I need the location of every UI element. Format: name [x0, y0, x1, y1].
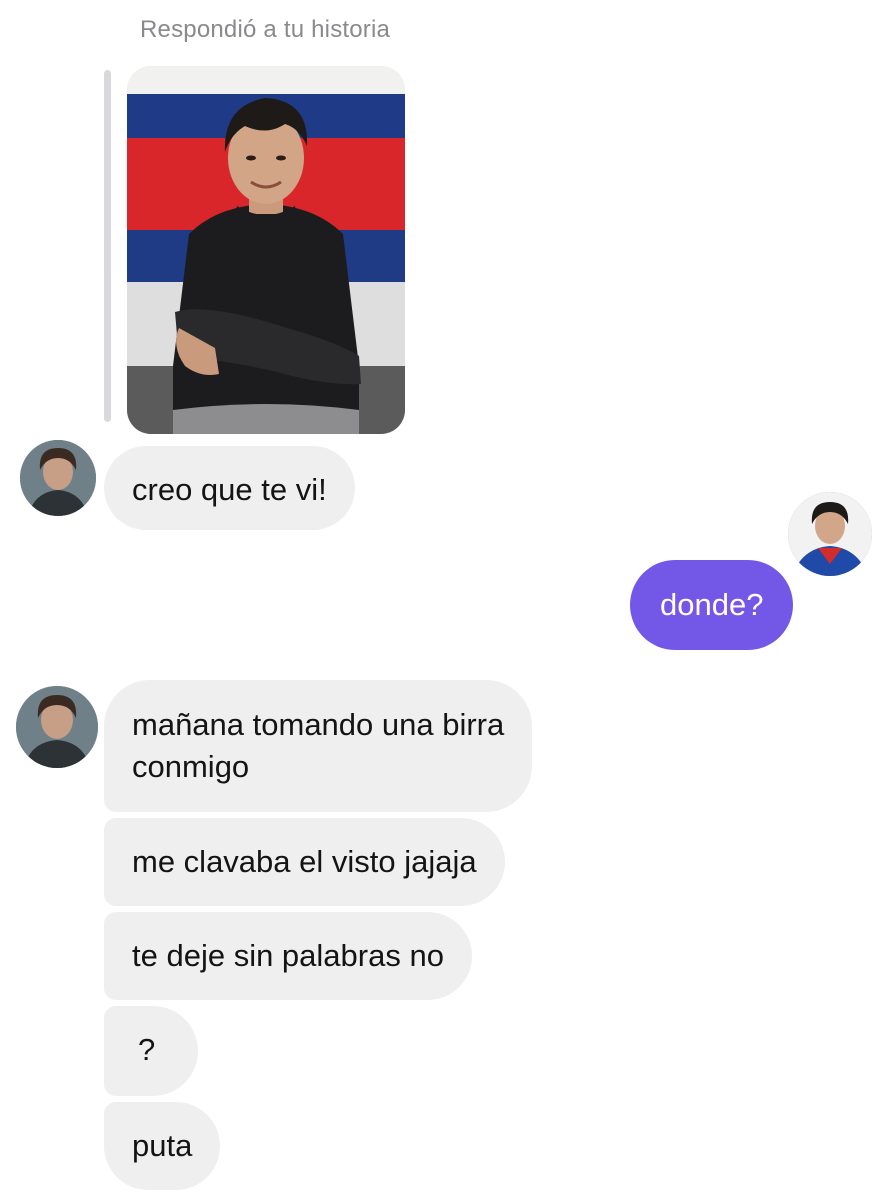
message-bubble-received: mañana tomando una birra conmigo	[104, 680, 533, 812]
story-photo-image	[127, 66, 405, 434]
story-thumbnail[interactable]	[127, 66, 405, 434]
sender-profile-photo	[16, 686, 98, 768]
message-bubble-received: te deje sin palabras no	[104, 912, 472, 1000]
message-text-line: conmigo	[132, 749, 250, 784]
message-text: ?	[138, 1032, 156, 1067]
message-text: te deje sin palabras no	[132, 938, 444, 973]
own-profile-photo	[788, 492, 872, 576]
message-bubble-received: creo que te vi!	[104, 446, 355, 530]
reply-quote-line	[104, 70, 111, 422]
sender-profile-photo	[20, 440, 96, 516]
sender-avatar[interactable]	[16, 686, 98, 768]
message-bubble-sent: donde?	[630, 560, 794, 650]
message-text: creo que te vi!	[132, 472, 327, 507]
message-text: me clavaba el visto jajaja	[132, 844, 477, 879]
message-bubble-received: me clavaba el visto jajaja	[104, 818, 505, 906]
sender-avatar[interactable]	[20, 440, 96, 516]
story-reply-caption: Respondió a tu historia	[140, 16, 391, 43]
message-bubble-received: puta	[104, 1102, 221, 1190]
message-text-line: mañana tomando una birra	[132, 707, 505, 742]
message-text: puta	[132, 1128, 193, 1163]
message-bubble-received: ?	[104, 1006, 198, 1096]
own-avatar[interactable]	[788, 492, 872, 576]
message-text: donde?	[660, 587, 764, 622]
